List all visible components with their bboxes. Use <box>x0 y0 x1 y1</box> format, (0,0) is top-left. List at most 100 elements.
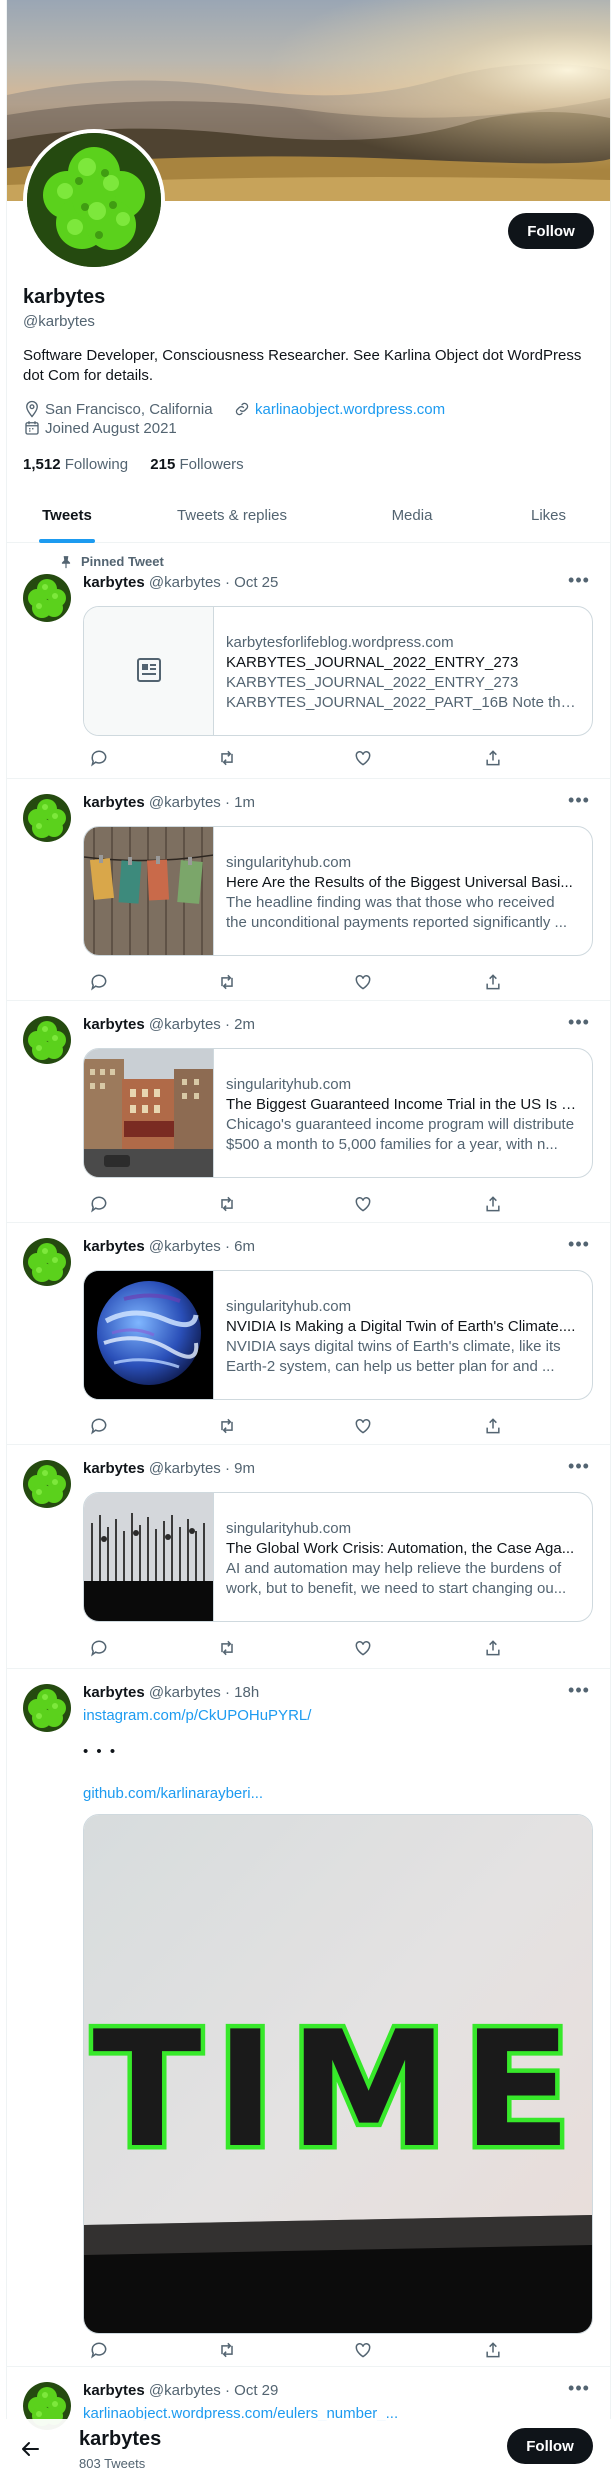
card-description: KARBYTES_JOURNAL_2022_ENTRY_273 <box>226 674 519 691</box>
website-link[interactable]: karlinaobject.wordpress.com <box>255 401 445 418</box>
tab-media[interactable]: Media <box>337 489 487 542</box>
like-icon[interactable] <box>353 1194 373 1214</box>
card-description: Chicago's guaranteed income program will… <box>226 1116 575 1133</box>
tweet-time[interactable]: · 9m <box>225 1460 255 1477</box>
tweet[interactable]: Pinned Tweet karbytes @karbytes · Oct 25… <box>7 542 610 779</box>
tweet-author-name[interactable]: karbytes <box>83 1016 145 1033</box>
follow-button[interactable]: Follow <box>508 213 594 249</box>
tweet-link-github[interactable]: github.com/karlinarayberi... <box>83 1784 263 1804</box>
profile-website[interactable]: karlinaobject.wordpress.com <box>233 400 445 418</box>
more-options-icon[interactable]: ••• <box>567 1235 591 1258</box>
link-card[interactable]: singularityhub.com Here Are the Results … <box>83 826 593 956</box>
followers-link[interactable]: 215 Followers <box>150 456 243 473</box>
retweet-icon[interactable] <box>217 972 237 992</box>
more-options-icon[interactable]: ••• <box>567 1457 591 1480</box>
tweet-author-name[interactable]: karbytes <box>83 794 145 811</box>
link-card[interactable]: singularityhub.com NVIDIA Is Making a Di… <box>83 1270 593 1400</box>
tweet[interactable]: karbytes @karbytes · 6m ••• singularityh… <box>7 1222 610 1445</box>
tab-tweets-and-replies[interactable]: Tweets & replies <box>127 489 337 542</box>
tweet-author-name[interactable]: karbytes <box>83 1238 145 1255</box>
tweet-actions <box>83 972 513 992</box>
tweet-author-handle[interactable]: @karbytes <box>149 1238 221 1255</box>
reply-icon[interactable] <box>89 1194 109 1214</box>
tab-tweets[interactable]: Tweets <box>7 489 127 542</box>
card-title: KARBYTES_JOURNAL_2022_ENTRY_273 <box>226 654 519 671</box>
like-icon[interactable] <box>353 972 373 992</box>
location-text: San Francisco, California <box>45 400 213 418</box>
share-icon[interactable] <box>483 1194 503 1214</box>
reply-icon[interactable] <box>89 2340 109 2360</box>
retweet-icon[interactable] <box>217 748 237 768</box>
tweet-author-name[interactable]: karbytes <box>83 574 145 591</box>
tweet-author-name[interactable]: karbytes <box>83 1684 145 1701</box>
retweet-icon[interactable] <box>217 1194 237 1214</box>
tweet-author-handle[interactable]: @karbytes <box>149 574 221 591</box>
tweet[interactable]: karbytes @karbytes · 2m ••• singularityh… <box>7 1000 610 1223</box>
like-icon[interactable] <box>353 1416 373 1436</box>
reply-icon[interactable] <box>89 1638 109 1658</box>
tweet-time[interactable]: · Oct 25 <box>225 574 278 591</box>
card-title: Here Are the Results of the Biggest Univ… <box>226 874 573 891</box>
tweet-author-handle[interactable]: @karbytes <box>149 1684 221 1701</box>
card-title: The Biggest Guaranteed Income Trial in t… <box>226 1096 581 1113</box>
tweet-author-handle[interactable]: @karbytes <box>149 1016 221 1033</box>
tweet-avatar[interactable] <box>23 574 71 622</box>
location-pin-icon <box>26 400 38 418</box>
tweet-photo[interactable]: TIME <box>83 1814 593 2334</box>
tweet-author-handle[interactable]: @karbytes <box>149 2382 221 2399</box>
share-icon[interactable] <box>483 748 503 768</box>
calendar-icon <box>25 421 39 435</box>
share-icon[interactable] <box>483 1638 503 1658</box>
link-card[interactable]: karbytesforlifeblog.wordpress.com KARBYT… <box>83 606 593 736</box>
retweet-icon[interactable] <box>217 1416 237 1436</box>
tab-likes[interactable]: Likes <box>487 489 610 542</box>
card-text: singularityhub.com NVIDIA Is Making a Di… <box>226 1297 581 1377</box>
photo-handwritten-text: TIME <box>92 1996 585 2183</box>
more-options-icon[interactable]: ••• <box>567 2379 591 2402</box>
tweet-link-instagram[interactable]: instagram.com/p/CkUPOHuPYRL/ <box>83 1706 311 1726</box>
like-icon[interactable] <box>353 2340 373 2360</box>
tweet-avatar[interactable] <box>23 1238 71 1286</box>
tweet-time[interactable]: · Oct 29 <box>225 2382 278 2399</box>
tweet-time[interactable]: · 2m <box>225 1016 255 1033</box>
tweet[interactable]: karbytes @karbytes · 1m ••• singularityh… <box>7 778 610 1001</box>
reply-icon[interactable] <box>89 1416 109 1436</box>
retweet-icon[interactable] <box>217 1638 237 1658</box>
link-card[interactable]: singularityhub.com The Biggest Guarantee… <box>83 1048 593 1178</box>
share-icon[interactable] <box>483 1416 503 1436</box>
share-icon[interactable] <box>483 972 503 992</box>
more-options-icon[interactable]: ••• <box>567 791 591 814</box>
retweet-icon[interactable] <box>217 2340 237 2360</box>
bottom-follow-button[interactable]: Follow <box>507 2428 593 2464</box>
tweet-avatar[interactable] <box>23 1016 71 1064</box>
tweet-author-name[interactable]: karbytes <box>83 2382 145 2399</box>
profile-tabs: Tweets Tweets & replies Media Likes <box>7 489 610 543</box>
reply-icon[interactable] <box>89 972 109 992</box>
tweet-time[interactable]: · 1m <box>225 794 255 811</box>
more-options-icon[interactable]: ••• <box>567 571 591 594</box>
more-options-icon[interactable]: ••• <box>567 1681 591 1704</box>
link-card[interactable]: singularityhub.com The Global Work Crisi… <box>83 1492 593 1622</box>
like-icon[interactable] <box>353 1638 373 1658</box>
profile-avatar[interactable] <box>23 129 165 271</box>
tweet-time[interactable]: · 18h <box>225 1684 259 1701</box>
tweet-time[interactable]: · 6m <box>225 1238 255 1255</box>
following-link[interactable]: 1,512 Following <box>23 456 128 473</box>
card-domain: karbytesforlifeblog.wordpress.com <box>226 634 454 651</box>
back-arrow-icon[interactable] <box>18 2437 42 2461</box>
tweet-author-handle[interactable]: @karbytes <box>149 794 221 811</box>
tweet[interactable]: karbytes @karbytes · 18h ••• instagram.c… <box>7 1668 610 2367</box>
tweet-avatar[interactable] <box>23 794 71 842</box>
reply-icon[interactable] <box>89 748 109 768</box>
share-icon[interactable] <box>483 2340 503 2360</box>
more-options-icon[interactable]: ••• <box>567 1013 591 1036</box>
card-description: NVIDIA says digital twins of Earth's cli… <box>226 1338 561 1355</box>
tweet-avatar[interactable] <box>23 1684 71 1732</box>
like-icon[interactable] <box>353 748 373 768</box>
card-thumbnail <box>84 1271 214 1399</box>
tweet-author-handle[interactable]: @karbytes <box>149 1460 221 1477</box>
tweet-avatar[interactable] <box>23 1460 71 1508</box>
profile-page: Follow karbytes @karbytes Software Devel… <box>0 0 615 2476</box>
tweet[interactable]: karbytes @karbytes · 9m ••• singularityh… <box>7 1444 610 1669</box>
tweet-author-name[interactable]: karbytes <box>83 1460 145 1477</box>
